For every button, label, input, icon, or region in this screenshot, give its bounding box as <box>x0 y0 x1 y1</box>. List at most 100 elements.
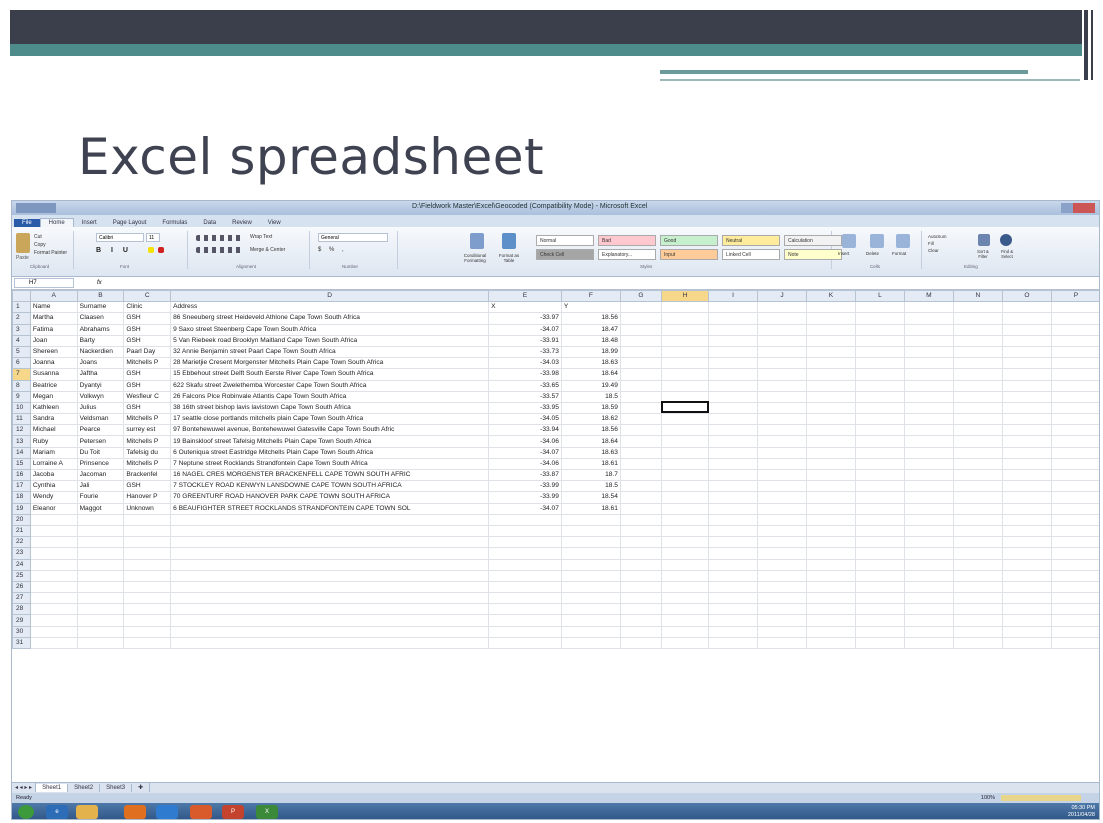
cell-l28[interactable] <box>854 603 905 616</box>
cell-e25[interactable] <box>488 569 562 582</box>
column-header-b[interactable]: B <box>76 290 125 303</box>
cell-d17[interactable]: 7 STOCKLEY ROAD KENWYN LANSDOWNE CAPE TO… <box>170 480 490 493</box>
fx-icon[interactable]: fx <box>97 278 102 288</box>
cell-c10[interactable]: GSH <box>123 401 172 415</box>
cell-g26[interactable] <box>619 580 663 594</box>
cell-k18[interactable] <box>805 491 856 504</box>
cell-n22[interactable] <box>952 536 1003 549</box>
cell-l16[interactable] <box>854 468 905 482</box>
cell-d19[interactable]: 6 BEAUFIGHTER STREET ROCKLANDS STRANDFON… <box>170 502 490 515</box>
cell-m18[interactable] <box>903 491 954 504</box>
column-header-p[interactable]: P <box>1050 290 1099 303</box>
cell-n31[interactable] <box>952 636 1003 650</box>
cell-m5[interactable] <box>903 345 954 359</box>
cell-b6[interactable]: Joans <box>76 357 125 370</box>
cell-k13[interactable] <box>805 435 856 448</box>
cell-e30[interactable] <box>488 625 562 638</box>
explorer-icon[interactable] <box>76 805 98 819</box>
cell-m14[interactable] <box>903 446 954 459</box>
cell-l17[interactable] <box>854 480 905 493</box>
cell-h18[interactable] <box>661 491 710 504</box>
ie-icon[interactable]: e <box>46 805 68 819</box>
cell-h3[interactable] <box>661 323 710 336</box>
cell-b10[interactable]: Julius <box>76 401 125 415</box>
cell-p17[interactable] <box>1050 480 1099 493</box>
row-header-11[interactable]: 11 <box>12 413 31 426</box>
cell-j1[interactable] <box>757 301 807 314</box>
sort-filter-icon[interactable] <box>978 234 990 246</box>
cell-c13[interactable]: Mitchells P <box>123 435 172 448</box>
cell-f1[interactable]: Y <box>560 301 621 314</box>
cell-m6[interactable] <box>903 357 954 370</box>
row-header-3[interactable]: 3 <box>12 323 31 336</box>
cell-h30[interactable] <box>661 625 710 638</box>
cell-j25[interactable] <box>757 569 807 582</box>
cell-j16[interactable] <box>757 468 807 482</box>
cell-f26[interactable] <box>560 580 621 594</box>
paste-button-label[interactable]: Paste <box>16 255 29 261</box>
cell-f14[interactable]: 18.63 <box>560 446 621 459</box>
cell-f18[interactable]: 18.54 <box>560 491 621 504</box>
cell-h16[interactable] <box>661 468 710 482</box>
font-name-select[interactable]: Calibri <box>96 233 144 242</box>
cell-o26[interactable] <box>1001 580 1052 594</box>
cell-k4[interactable] <box>805 334 856 347</box>
cell-p6[interactable] <box>1050 357 1099 370</box>
cell-c6[interactable]: Mitchells P <box>123 357 172 370</box>
cell-a10[interactable]: Kathleen <box>29 401 78 415</box>
cell-h15[interactable] <box>661 457 710 471</box>
cell-n5[interactable] <box>952 345 1003 359</box>
cell-b2[interactable]: Claasen <box>76 312 125 325</box>
sheet-tab-2[interactable]: Sheet2 <box>68 784 101 792</box>
wrap-text-button[interactable]: Wrap Text <box>250 234 272 240</box>
sheet-tab-3[interactable]: Sheet3 <box>100 784 133 792</box>
cell-m22[interactable] <box>903 536 954 549</box>
cell-m21[interactable] <box>903 524 954 538</box>
select-all-corner[interactable] <box>12 290 31 303</box>
cell-c17[interactable]: GSH <box>123 480 172 493</box>
cell-i6[interactable] <box>708 357 759 370</box>
cell-b28[interactable] <box>76 603 125 616</box>
cell-g24[interactable] <box>619 558 663 571</box>
sheet-tab-1[interactable]: Sheet1 <box>36 784 69 792</box>
cell-d9[interactable]: 26 Falcons Plce Robinvale Atlantis Cape … <box>170 390 490 403</box>
cell-j30[interactable] <box>757 625 807 638</box>
cell-d18[interactable]: 70 GREENTURF ROAD HANOVER PARK CAPE TOWN… <box>170 491 490 504</box>
sheet-nav-arrows[interactable]: ◂ ◂ ▸ ▸ <box>12 783 37 792</box>
cell-b25[interactable] <box>76 569 125 582</box>
cell-h11[interactable] <box>661 413 710 426</box>
cell-b17[interactable]: Jali <box>76 480 125 493</box>
cell-c28[interactable] <box>123 603 172 616</box>
cell-a4[interactable]: Joan <box>29 334 78 347</box>
cell-d20[interactable] <box>170 513 490 526</box>
cell-c15[interactable]: Mitchells P <box>123 457 172 471</box>
cell-h1[interactable] <box>661 301 710 314</box>
row-header-13[interactable]: 13 <box>12 435 31 448</box>
cell-i15[interactable] <box>708 457 759 471</box>
tab-insert[interactable]: Insert <box>74 219 105 227</box>
cell-a2[interactable]: Martha <box>29 312 78 325</box>
cell-d5[interactable]: 32 Annie Benjamin street Paarl Cape Town… <box>170 345 490 359</box>
cell-a1[interactable]: Name <box>29 301 78 314</box>
find-select-icon[interactable] <box>1000 234 1012 246</box>
cell-style-input[interactable]: Input <box>660 249 718 260</box>
cell-n18[interactable] <box>952 491 1003 504</box>
cell-m25[interactable] <box>903 569 954 582</box>
cell-m12[interactable] <box>903 424 954 437</box>
cell-o15[interactable] <box>1001 457 1052 471</box>
find-select-button[interactable]: Find & Select <box>996 249 1018 259</box>
cell-j8[interactable] <box>757 379 807 392</box>
row-header-1[interactable]: 1 <box>12 301 31 314</box>
cell-k10[interactable] <box>805 401 856 415</box>
cell-f21[interactable] <box>560 524 621 538</box>
cell-l11[interactable] <box>854 413 905 426</box>
insert-cells-button[interactable]: Insert <box>838 251 849 256</box>
cell-k12[interactable] <box>805 424 856 437</box>
cell-i3[interactable] <box>708 323 759 336</box>
cell-j27[interactable] <box>757 592 807 605</box>
cell-n16[interactable] <box>952 468 1003 482</box>
cell-j10[interactable] <box>757 401 807 415</box>
cell-d12[interactable]: 97 Bontehewuwel avenue, Bontehewuwel Gat… <box>170 424 490 437</box>
font-size-select[interactable]: 11 <box>146 233 160 242</box>
delete-cells-button[interactable]: Delete <box>866 251 879 256</box>
